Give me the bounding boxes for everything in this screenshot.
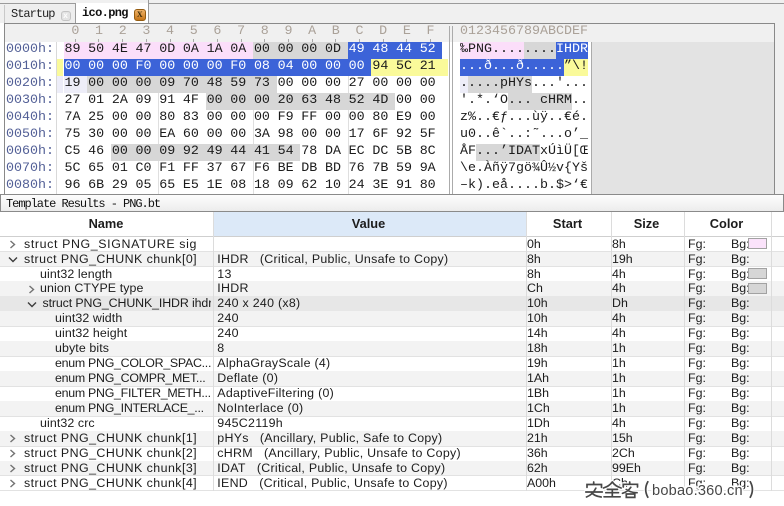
svg-text:bobao.360.cn: bobao.360.cn [652, 483, 743, 499]
